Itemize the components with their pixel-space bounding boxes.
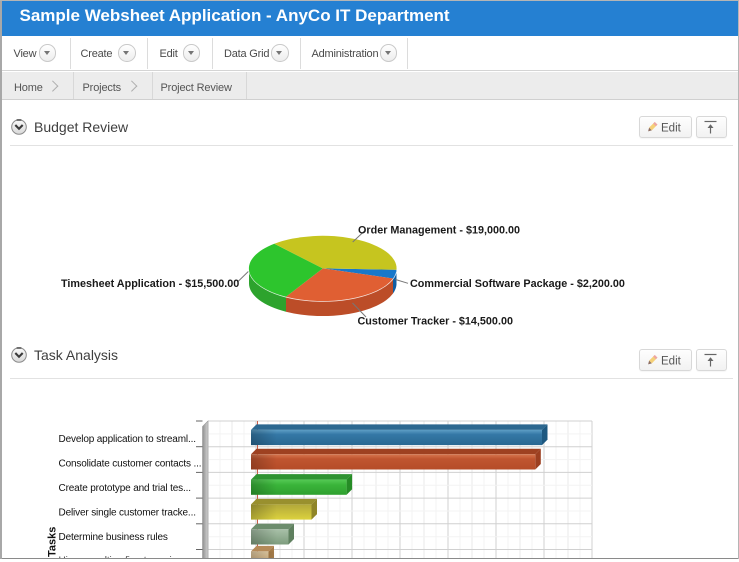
svg-text:Customer Tracker - $14,500.00: Customer Tracker - $14,500.00 — [358, 316, 513, 328]
svg-text:Deliver single customer tracke: Deliver single customer tracke... — [59, 507, 196, 518]
svg-text:Commercial Software Package -: Commercial Software Package - $2,200.00 — [410, 278, 625, 290]
svg-text:Order Management - $19,000.00: Order Management - $19,000.00 — [358, 225, 520, 237]
svg-text:Consolidate customer contacts: Consolidate customer contacts ... — [59, 458, 202, 469]
svg-text:Develop application to streaml: Develop application to streaml... — [59, 434, 196, 445]
svg-text:Create prototype and trial tes: Create prototype and trial tes... — [59, 483, 191, 494]
svg-text:Timesheet Application - $15,50: Timesheet Application - $15,500.00 — [61, 278, 239, 290]
svg-text:Determine business rules: Determine business rules — [59, 532, 168, 543]
svg-text:Tasks: Tasks — [47, 527, 59, 557]
svg-text:Edit: Edit — [661, 123, 682, 135]
svg-text:Edit: Edit — [661, 356, 682, 368]
